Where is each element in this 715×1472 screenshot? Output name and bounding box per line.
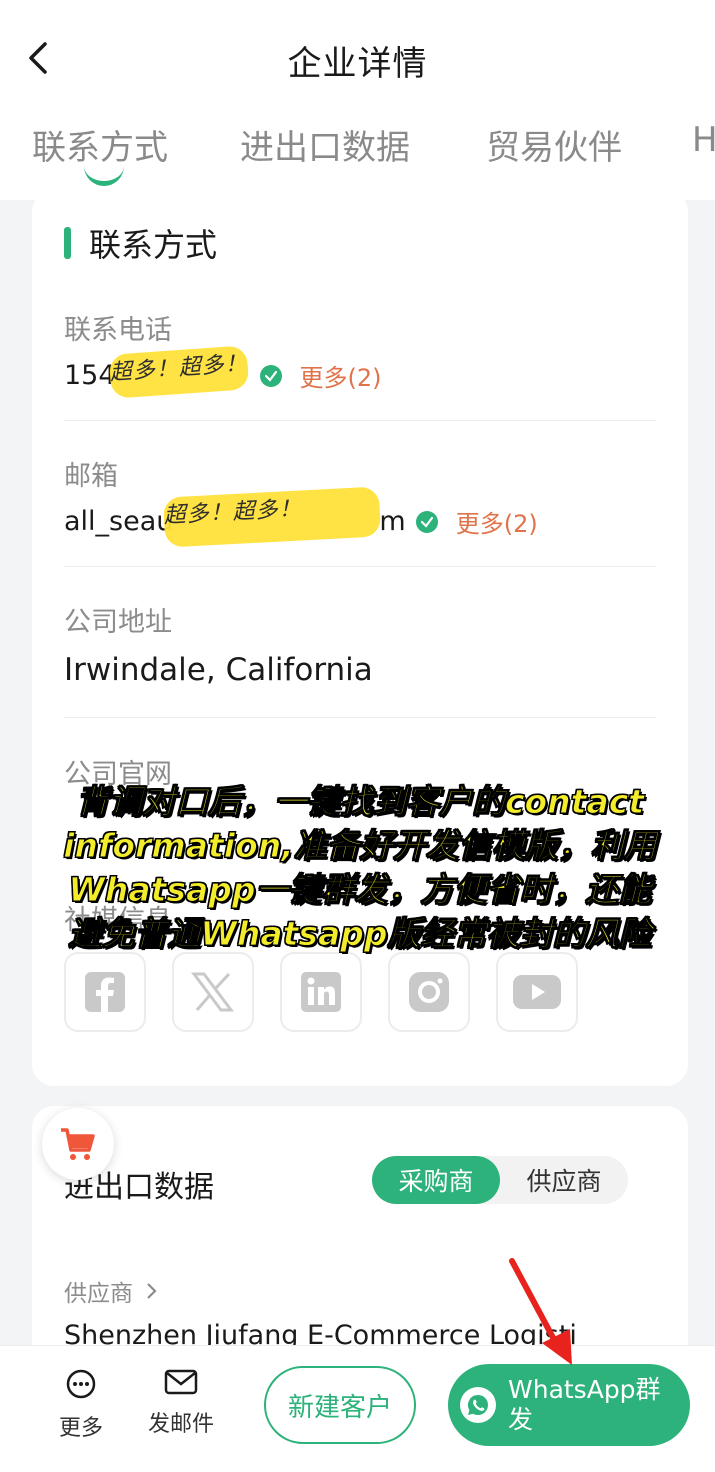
- section-title: 联系方式: [89, 226, 218, 264]
- new-customer-button[interactable]: 新建客户: [264, 1366, 416, 1444]
- verified-check-icon: [415, 510, 438, 533]
- supplier-label: 供应商: [64, 1281, 133, 1307]
- tab-trade-partners[interactable]: 贸易伙伴: [486, 120, 622, 169]
- shopping-cart-icon: [61, 1128, 95, 1160]
- social-icons-row: [64, 952, 578, 1032]
- page-title: 企业详情: [287, 44, 428, 84]
- more-dots-icon: [66, 1369, 96, 1399]
- whatsapp-icon: [460, 1387, 496, 1423]
- email-more-link[interactable]: 更多(2): [456, 504, 538, 539]
- section-accent-bar: [64, 227, 71, 259]
- segment-supplier[interactable]: 供应商: [500, 1156, 628, 1204]
- facebook-button[interactable]: [64, 952, 146, 1032]
- whatsapp-broadcast-button[interactable]: WhatsApp群发: [448, 1364, 690, 1446]
- overlay-caption: 背调对口后，一键找到客户的contact information,准备好开发信模…: [30, 780, 690, 956]
- youtube-button[interactable]: [496, 952, 578, 1032]
- caption-line: 背调对口后，一键找到客户的contact: [75, 782, 645, 822]
- facebook-icon: [85, 972, 125, 1012]
- email-label: 邮箱: [64, 461, 118, 492]
- x-button[interactable]: [172, 952, 254, 1032]
- email-value-prefix: all_seau: [64, 506, 174, 537]
- address-value: Irwindale, California: [64, 652, 373, 688]
- tab-contact[interactable]: 联系方式: [32, 120, 168, 169]
- more-action[interactable]: 更多: [46, 1368, 116, 1442]
- instagram-icon: [409, 972, 449, 1012]
- caption-line: 避免普通Whatsapp版经常被封的风险: [68, 914, 652, 954]
- red-arrow-annotation: [509, 1258, 572, 1365]
- linkedin-button[interactable]: [280, 952, 362, 1032]
- buyer-supplier-toggle: 采购商 供应商: [372, 1156, 628, 1204]
- divider: [64, 566, 656, 567]
- more-label: 更多: [58, 1416, 103, 1441]
- tab-more[interactable]: H: [692, 120, 715, 160]
- phone-label: 联系电话: [64, 315, 172, 346]
- active-tab-indicator: [84, 166, 124, 186]
- tab-import-export[interactable]: 进出口数据: [240, 120, 410, 169]
- x-twitter-icon: [191, 972, 234, 1012]
- instagram-button[interactable]: [388, 952, 470, 1032]
- bottom-action-bar: 更多 发邮件 新建客户 WhatsApp群发: [0, 1345, 715, 1472]
- whatsapp-label: WhatsApp群发: [508, 1375, 661, 1434]
- youtube-icon: [513, 975, 561, 1009]
- chevron-right-icon: [147, 1283, 157, 1299]
- divider: [64, 420, 656, 421]
- supplier-link[interactable]: 供应商: [64, 1274, 157, 1308]
- mail-icon: [164, 1369, 198, 1395]
- divider: [64, 717, 656, 718]
- caption-line: information,准备好开发信模版，利用: [63, 826, 658, 866]
- phone-value: 154: [64, 360, 116, 391]
- segment-buyer[interactable]: 采购商: [372, 1156, 500, 1204]
- linkedin-icon: [301, 972, 341, 1012]
- verified-check-icon: [259, 364, 282, 387]
- cart-float-button[interactable]: [42, 1108, 114, 1180]
- section-header: 联系方式: [64, 220, 217, 266]
- email-value-suffix: m: [379, 506, 406, 537]
- address-label: 公司地址: [64, 607, 172, 638]
- app-header: 企业详情 联系方式 进出口数据 贸易伙伴 H: [0, 0, 715, 200]
- send-email-action[interactable]: 发邮件: [146, 1368, 216, 1438]
- send-email-label: 发邮件: [147, 1412, 214, 1437]
- phone-more-link[interactable]: 更多(2): [300, 358, 382, 393]
- caption-line: Whatsapp一键群发，方便省时，还能: [68, 870, 652, 910]
